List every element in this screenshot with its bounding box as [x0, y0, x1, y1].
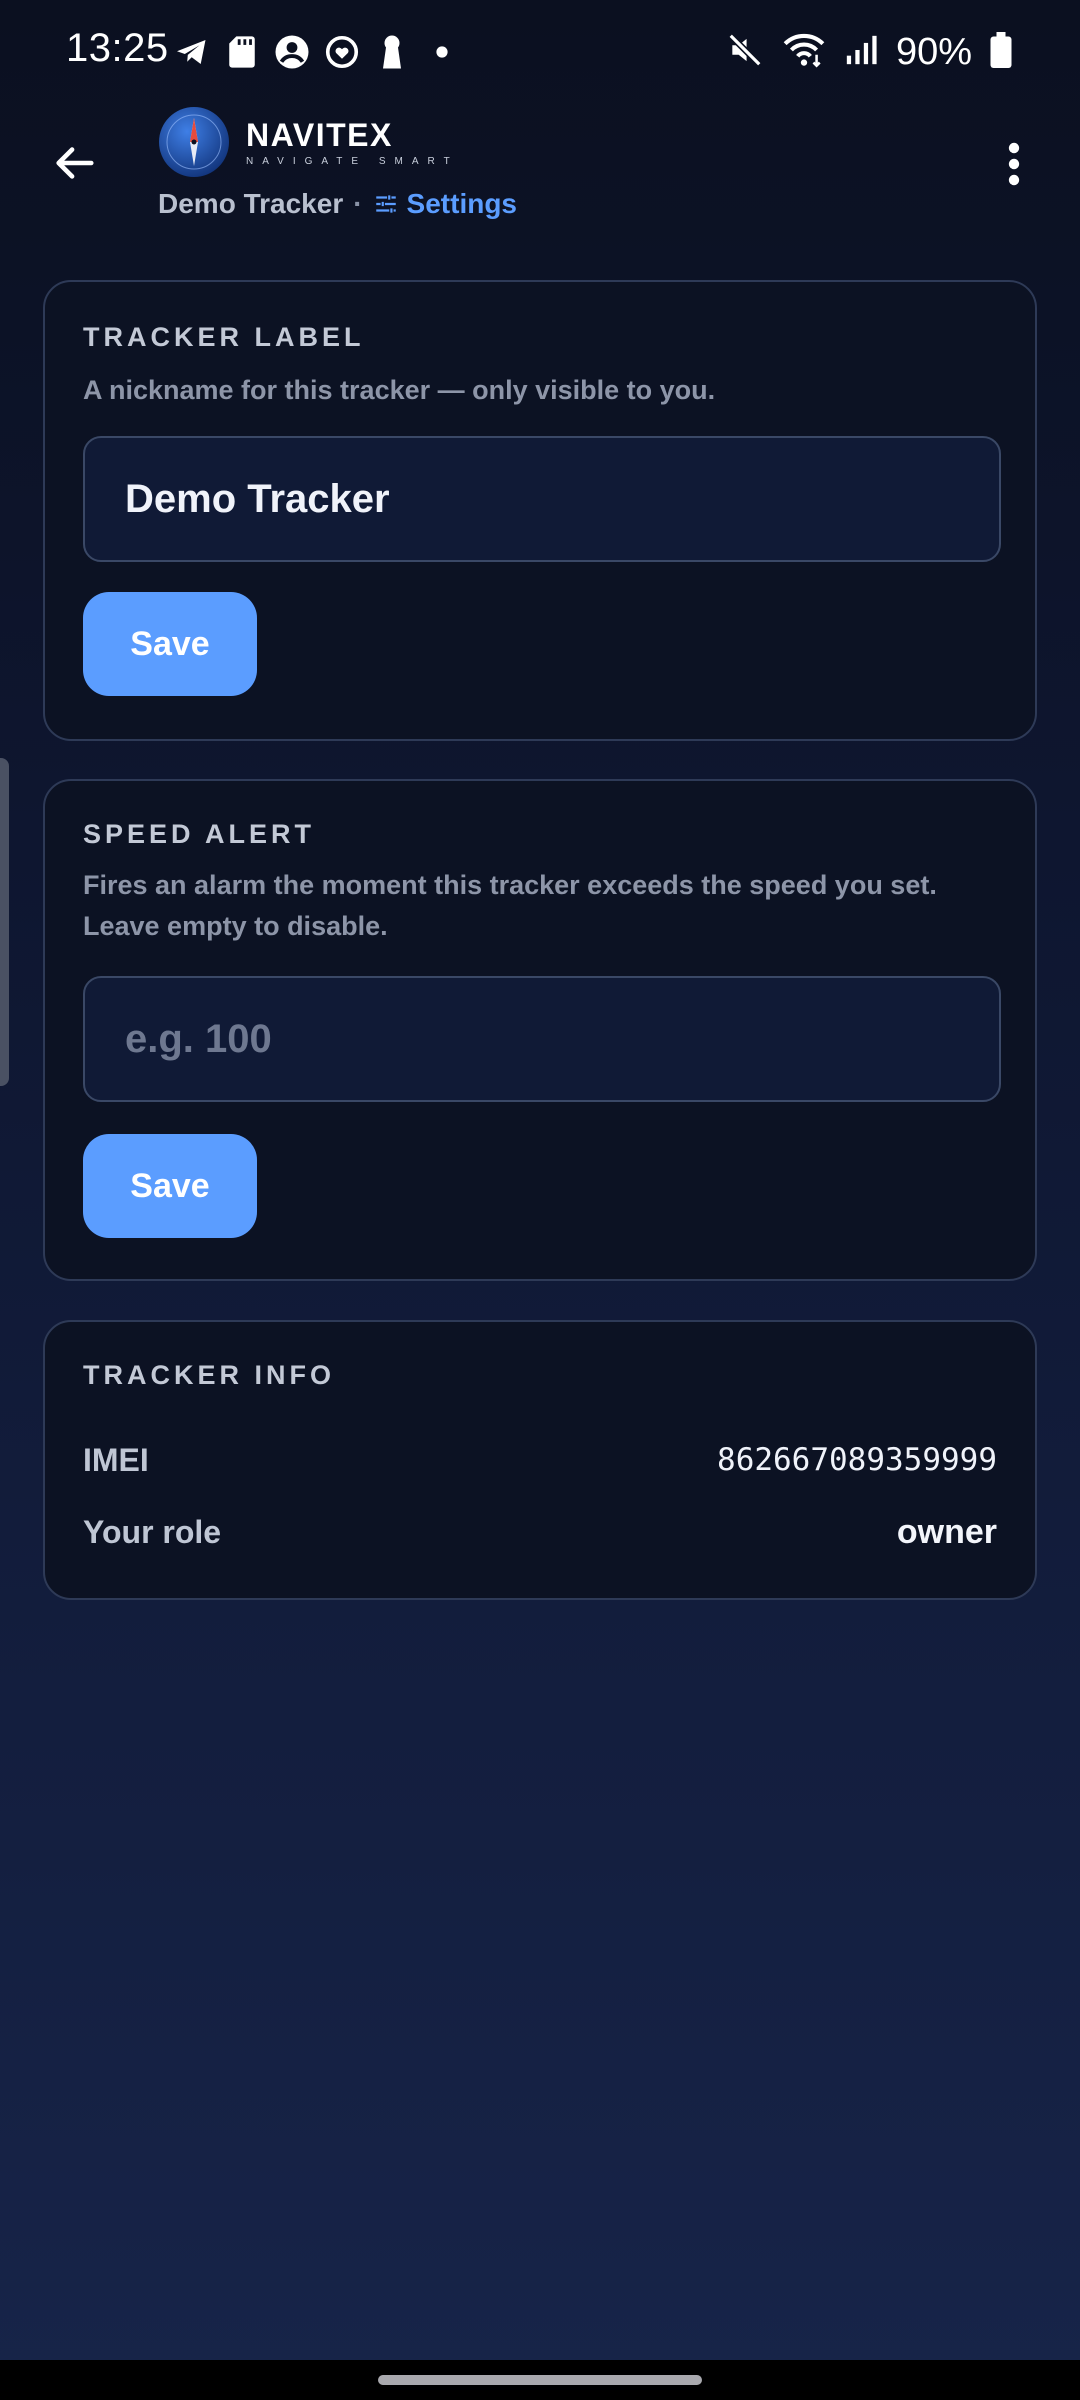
- sd-card-icon: [224, 34, 260, 70]
- compass-logo-icon: [158, 106, 230, 178]
- breadcrumb: Demo Tracker · Settings: [158, 186, 517, 222]
- wifi-icon: [782, 31, 826, 74]
- back-button[interactable]: [44, 133, 104, 193]
- breadcrumb-settings: Settings: [373, 188, 517, 220]
- more-vertical-icon: [1008, 142, 1020, 186]
- speed-alert-card: SPEED ALERT Fires an alarm the moment th…: [43, 779, 1037, 1281]
- brand-name: NAVITEX: [246, 116, 393, 153]
- tracker-label-card: TRACKER LABEL A nickname for this tracke…: [43, 280, 1037, 741]
- more-options-button[interactable]: [984, 134, 1044, 194]
- speed-alert-title: SPEED ALERT: [83, 819, 316, 849]
- tracker-info-card: TRACKER INFO IMEI 862667089359999 Your r…: [43, 1320, 1037, 1600]
- home-indicator[interactable]: [378, 2375, 702, 2385]
- tracker-label-description: A nickname for this tracker — only visib…: [83, 375, 716, 405]
- notification-icons: [174, 30, 460, 74]
- save-speed-alert-button[interactable]: Save: [83, 1134, 257, 1238]
- tracker-label-input[interactable]: [83, 436, 1001, 562]
- brand-tagline: NAVIGATE SMART: [246, 155, 459, 167]
- breadcrumb-page: Settings: [406, 188, 518, 219]
- status-bar: 13:25 90%: [0, 0, 1080, 100]
- tracker-info-title: TRACKER INFO: [83, 1360, 335, 1390]
- imei-value: 862667089359999: [717, 1442, 997, 1478]
- tracker-label-title: TRACKER LABEL: [83, 322, 365, 352]
- role-value: owner: [896, 1512, 997, 1551]
- telegram-icon: [174, 34, 210, 70]
- speed-alert-description: Fires an alarm the moment this tracker e…: [83, 870, 937, 941]
- imei-row: IMEI 862667089359999: [83, 1438, 997, 1482]
- battery-icon: [990, 31, 1012, 73]
- save-tracker-label-button[interactable]: Save: [83, 592, 257, 696]
- system-icons: 90%: [726, 28, 1012, 76]
- tune-icon: [375, 195, 396, 213]
- dot-icon: [424, 34, 460, 70]
- breadcrumb-tracker[interactable]: Demo Tracker: [158, 188, 343, 220]
- status-time: 13:25: [66, 26, 169, 70]
- keyhole-icon: [374, 34, 410, 70]
- imei-label: IMEI: [83, 1441, 149, 1478]
- account-circle-icon: [274, 34, 310, 70]
- mute-icon: [726, 31, 764, 74]
- battery-percent: 90%: [895, 30, 972, 73]
- breadcrumb-separator: ·: [353, 188, 363, 219]
- cell-signal-icon: [844, 33, 878, 72]
- edge-panel-handle[interactable]: [0, 758, 9, 1086]
- role-label: Your role: [83, 1513, 222, 1550]
- role-row: Your role owner: [83, 1510, 997, 1554]
- heart-sync-icon: [324, 34, 360, 70]
- brand: NAVITEX NAVIGATE SMART: [158, 106, 459, 178]
- arrow-back-icon: [56, 147, 94, 179]
- speed-alert-input[interactable]: [83, 976, 1001, 1102]
